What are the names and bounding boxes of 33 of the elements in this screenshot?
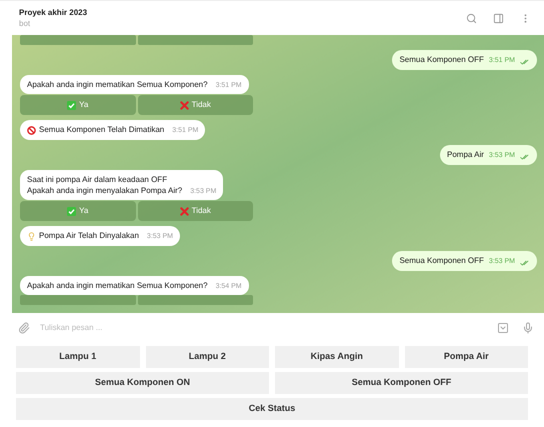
keyboard-button[interactable]: Kipas Angin	[275, 346, 398, 368]
double-check-icon	[520, 154, 530, 160]
keyboard-button[interactable]: Lampu 2	[146, 346, 269, 368]
message-text: Pompa Air Telah Dinyalakan	[39, 231, 139, 241]
prohibited-icon	[27, 126, 36, 134]
cross-icon	[180, 100, 189, 110]
keyboard-button[interactable]: Pompa Air	[404, 346, 528, 368]
keyboard-button[interactable]: Lampu 1	[16, 346, 140, 368]
double-check-icon	[520, 59, 530, 65]
keyboard-button[interactable]: Semua Komponen OFF	[275, 372, 528, 394]
search-icon[interactable]	[466, 12, 477, 24]
chat-subtitle: bot	[19, 18, 32, 29]
chat-title: Proyek akhir 2023	[19, 7, 88, 18]
paperclip-icon[interactable]	[18, 322, 30, 334]
check-box-icon	[67, 206, 76, 216]
message-text: Apakah anda ingin menyalakan Pompa Air?	[27, 185, 182, 196]
message-text: Apakah anda ingin mematikan Semua Komponen?	[27, 79, 208, 90]
message-text: Semua Komponen OFF	[399, 55, 484, 65]
keyboard-button[interactable]: Cek Status	[16, 398, 528, 420]
side-panel-icon[interactable]	[493, 12, 504, 24]
cross-icon	[180, 206, 189, 216]
message-text: Apakah anda ingin mematikan Semua Komponen?	[27, 280, 208, 291]
check-box-icon	[67, 100, 76, 110]
message-text: Saat ini pompa Air dalam keadaan OFF	[27, 174, 168, 185]
double-check-icon	[520, 260, 530, 266]
message-input[interactable]: Tuliskan pesan ...	[40, 322, 497, 334]
keyboard-button[interactable]: Semua Komponen ON	[16, 372, 269, 394]
message-text: Pompa Air	[447, 150, 484, 160]
message-text: Semua Komponen OFF	[399, 256, 484, 266]
lightbulb-icon	[27, 232, 36, 240]
message-text: Semua Komponen Telah Dimatikan	[39, 125, 164, 135]
keyboard-toggle-icon[interactable]	[497, 322, 509, 334]
microphone-icon[interactable]	[522, 322, 534, 334]
